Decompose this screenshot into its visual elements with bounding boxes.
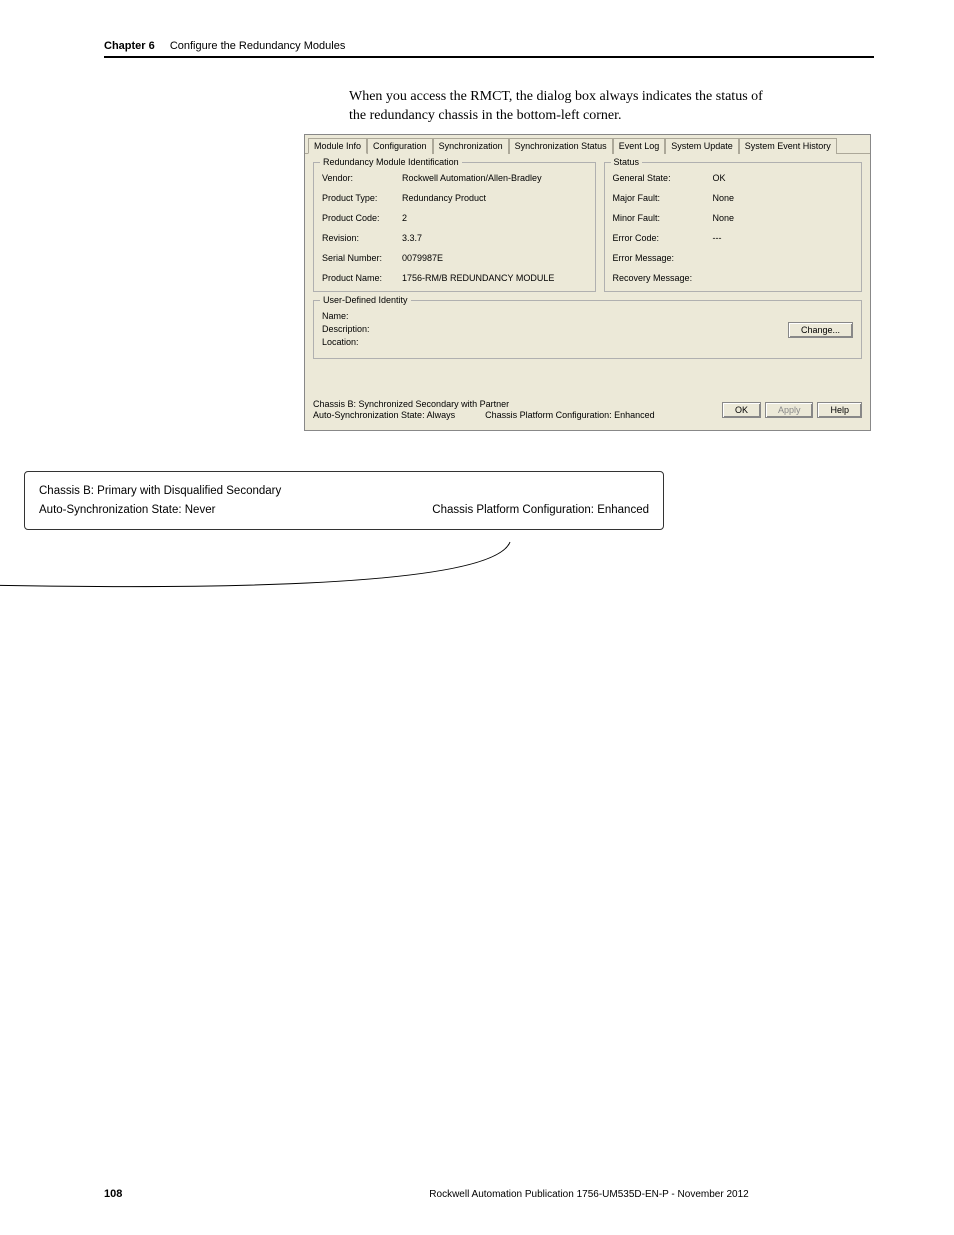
- status-groupbox: Status General State: OK Major Fault: No…: [604, 162, 862, 292]
- major-fault-label: Major Fault:: [613, 193, 713, 203]
- apply-button[interactable]: Apply: [765, 402, 814, 418]
- error-message-value: [713, 253, 853, 263]
- general-state-label: General State:: [613, 173, 713, 183]
- intro-paragraph: When you access the RMCT, the dialog box…: [349, 88, 769, 126]
- minor-fault-value: None: [713, 213, 853, 223]
- revision-value: 3.3.7: [402, 233, 587, 243]
- dialog-bottom-status: Chassis B: Synchronized Secondary with P…: [313, 399, 718, 422]
- identity-name-label: Name:: [322, 311, 370, 321]
- identity-location-label: Location:: [322, 337, 370, 347]
- bottom-status-autosync: Auto-Synchronization State: Always: [313, 410, 455, 422]
- dialog-bottom-row: Chassis B: Synchronized Secondary with P…: [313, 399, 862, 422]
- major-fault-value: None: [713, 193, 853, 203]
- minor-fault-label: Minor Fault:: [613, 213, 713, 223]
- revision-label: Revision:: [322, 233, 402, 243]
- product-type-value: Redundancy Product: [402, 193, 587, 203]
- publication-info: Rockwell Automation Publication 1756-UM5…: [304, 1189, 874, 1200]
- serial-label: Serial Number:: [322, 253, 402, 263]
- change-button[interactable]: Change...: [788, 322, 853, 338]
- tab-system-event-history[interactable]: System Event History: [739, 138, 837, 154]
- identity-description-label: Description:: [322, 324, 370, 334]
- product-code-label: Product Code:: [322, 213, 402, 223]
- tab-module-info[interactable]: Module Info: [308, 138, 367, 154]
- callout-autosync: Auto-Synchronization State: Never: [39, 501, 215, 519]
- tab-event-log[interactable]: Event Log: [613, 138, 666, 154]
- status-callout: Chassis B: Primary with Disqualified Sec…: [24, 471, 664, 530]
- serial-value: 0079987E: [402, 253, 587, 263]
- vendor-value: Rockwell Automation/Allen-Bradley: [402, 173, 587, 183]
- chapter-title: Configure the Redundancy Modules: [170, 40, 346, 52]
- bottom-status-platform: Chassis Platform Configuration: Enhanced: [485, 410, 655, 422]
- header-rule: [104, 56, 874, 58]
- status-legend: Status: [611, 157, 643, 167]
- tab-synchronization[interactable]: Synchronization: [433, 138, 509, 154]
- tab-synchronization-status[interactable]: Synchronization Status: [509, 138, 613, 154]
- page-number: 108: [104, 1188, 304, 1200]
- product-code-value: 2: [402, 213, 587, 223]
- callout-connector: [0, 530, 640, 630]
- identification-legend: Redundancy Module Identification: [320, 157, 462, 167]
- chapter-number: Chapter 6: [104, 40, 155, 52]
- identification-groupbox: Redundancy Module Identification Vendor:…: [313, 162, 596, 292]
- tab-system-update[interactable]: System Update: [665, 138, 739, 154]
- bottom-status-line1: Chassis B: Synchronized Secondary with P…: [313, 399, 718, 411]
- recovery-message-label: Recovery Message:: [613, 273, 713, 283]
- product-name-label: Product Name:: [322, 273, 402, 283]
- error-message-label: Error Message:: [613, 253, 713, 263]
- help-button[interactable]: Help: [817, 402, 862, 418]
- error-code-value: ---: [713, 233, 853, 243]
- callout-platform: Chassis Platform Configuration: Enhanced: [432, 501, 649, 519]
- recovery-message-value: [713, 273, 853, 283]
- tab-configuration[interactable]: Configuration: [367, 138, 433, 154]
- callout-line1: Chassis B: Primary with Disqualified Sec…: [39, 482, 649, 500]
- user-identity-legend: User-Defined Identity: [320, 295, 411, 305]
- product-name-value: 1756-RM/B REDUNDANCY MODULE: [402, 273, 587, 283]
- tab-bar: Module Info Configuration Synchronizatio…: [305, 135, 870, 154]
- ok-button[interactable]: OK: [722, 402, 761, 418]
- product-type-label: Product Type:: [322, 193, 402, 203]
- general-state-value: OK: [713, 173, 853, 183]
- error-code-label: Error Code:: [613, 233, 713, 243]
- page-footer: 108 Rockwell Automation Publication 1756…: [104, 1188, 874, 1200]
- vendor-label: Vendor:: [322, 173, 402, 183]
- user-identity-groupbox: User-Defined Identity Name: Description:…: [313, 300, 862, 359]
- page-header: Chapter 6 Configure the Redundancy Modul…: [104, 40, 874, 52]
- dialog-body: Redundancy Module Identification Vendor:…: [305, 154, 870, 430]
- rmct-dialog: Module Info Configuration Synchronizatio…: [304, 134, 871, 431]
